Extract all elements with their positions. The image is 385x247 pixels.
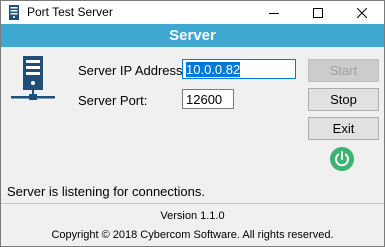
exit-button[interactable]: Exit bbox=[308, 117, 379, 140]
stop-button[interactable]: Stop bbox=[308, 88, 379, 111]
app-server-icon bbox=[9, 5, 19, 20]
start-button[interactable]: Start bbox=[308, 59, 379, 82]
server-port-field[interactable]: 12600 bbox=[182, 89, 234, 109]
window-title: Port Test Server bbox=[27, 5, 113, 19]
stop-button-label: Stop bbox=[330, 92, 357, 107]
title-bar[interactable]: Port Test Server bbox=[1, 1, 384, 24]
copyright-text: Copyright © 2018 Cybercom Software. All … bbox=[51, 229, 334, 241]
server-banner: Server bbox=[1, 24, 384, 47]
ip-address-value: 10.0.0.82 bbox=[186, 62, 241, 77]
maximize-button[interactable] bbox=[296, 1, 340, 24]
minimize-icon bbox=[269, 12, 279, 14]
status-text: Server is listening for connections. bbox=[7, 184, 205, 199]
minimize-button[interactable] bbox=[252, 1, 296, 24]
ip-address-field[interactable]: 10.0.0.82 bbox=[182, 59, 296, 79]
close-icon bbox=[357, 7, 367, 18]
exit-button-label: Exit bbox=[332, 121, 355, 136]
close-button[interactable] bbox=[340, 1, 384, 24]
server-network-icon bbox=[11, 56, 55, 100]
server-port-value: 12600 bbox=[186, 92, 223, 107]
power-icon bbox=[330, 147, 354, 171]
banner-title: Server bbox=[169, 27, 216, 44]
version-text: Version 1.1.0 bbox=[160, 210, 225, 222]
app-window: Port Test Server Server Server IP Addres… bbox=[0, 0, 385, 247]
server-port-label: Server Port: bbox=[78, 93, 148, 108]
ip-address-label: Server IP Address: bbox=[78, 63, 187, 78]
start-button-label: Start bbox=[329, 63, 358, 78]
maximize-icon bbox=[313, 7, 323, 18]
